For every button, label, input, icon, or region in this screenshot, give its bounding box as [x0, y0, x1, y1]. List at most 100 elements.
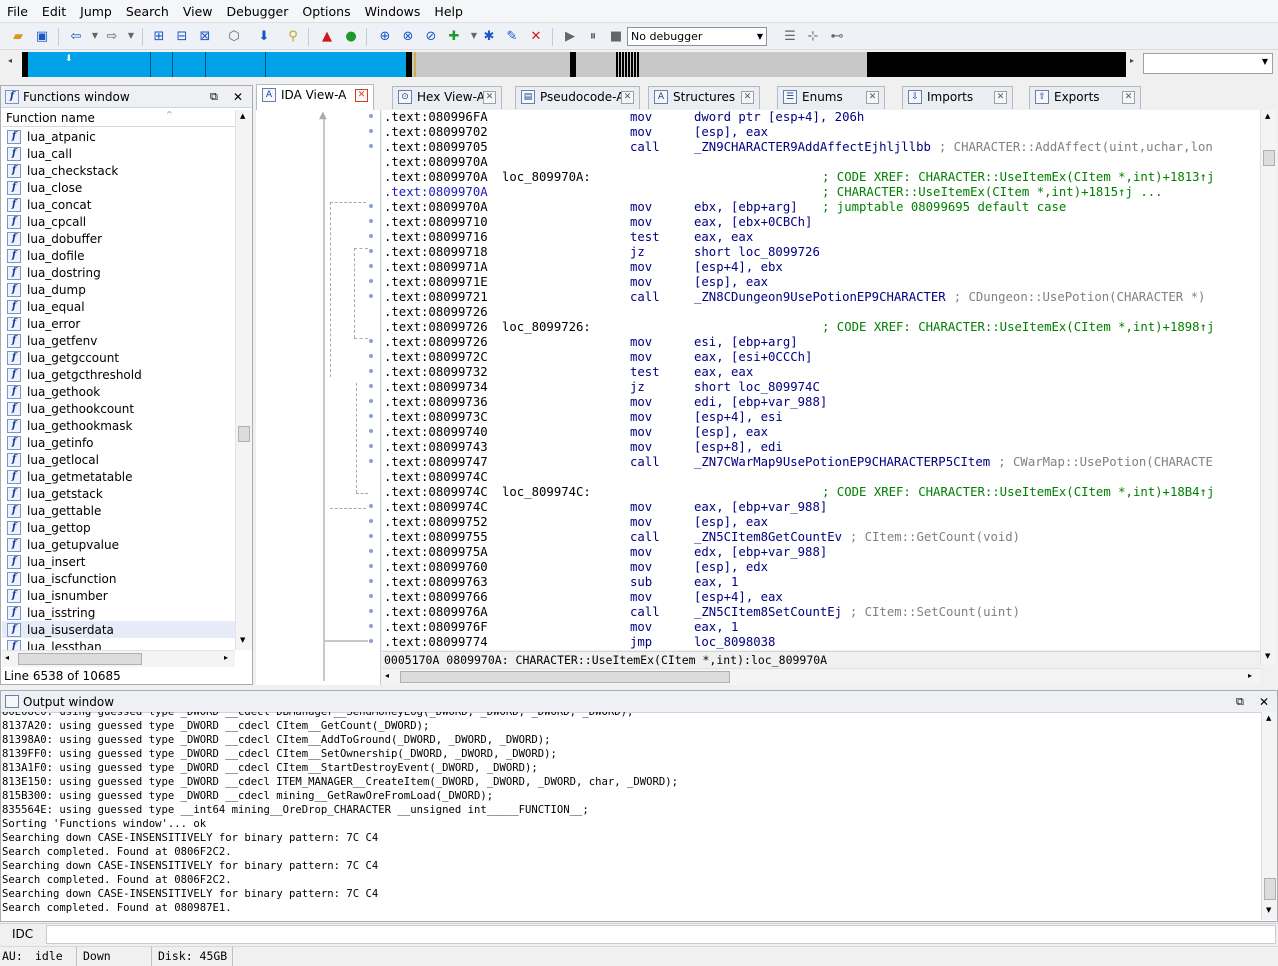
- jump-down-icon[interactable]: ⬇: [255, 27, 273, 45]
- float-window-icon[interactable]: ⧉: [210, 86, 218, 108]
- disasm-line[interactable]: .text:0809974C loc_809974C: ; CODE XREF: C…: [382, 485, 1260, 500]
- menu-search[interactable]: Search: [119, 0, 176, 23]
- binary-search-icon[interactable]: ⊞: [150, 27, 168, 45]
- graph-icon[interactable]: ✱: [480, 27, 498, 45]
- nav-left-arrow-icon[interactable]: ◂: [8, 56, 12, 65]
- function-list-item[interactable]: f lua_error: [2, 315, 235, 332]
- navigation-band[interactable]: ⬇: [22, 52, 1126, 77]
- function-list-item[interactable]: f lua_gethookmask: [2, 417, 235, 434]
- disasm-line[interactable]: .text:0809972C mov eax, [esi+0CCCh]: [382, 350, 1260, 365]
- close-tab-icon[interactable]: ✕: [994, 91, 1007, 104]
- scroll-up-icon[interactable]: ▲: [1266, 714, 1271, 722]
- float-window-icon[interactable]: ⧉: [1236, 691, 1244, 713]
- add-segment-icon[interactable]: ⊘: [422, 27, 440, 45]
- function-list-item[interactable]: f lua_close: [2, 179, 235, 196]
- function-list-item[interactable]: f lua_checkstack: [2, 162, 235, 179]
- scroll-thumb[interactable]: [1264, 878, 1276, 900]
- search-next-icon[interactable]: ⊠: [196, 27, 214, 45]
- scroll-right-icon[interactable]: ▸: [224, 653, 228, 662]
- disasm-line[interactable]: .text:0809975A mov edx, [ebp+var_988]: [382, 545, 1260, 560]
- scroll-right-icon[interactable]: ▸: [1248, 671, 1252, 680]
- disasm-line[interactable]: .text:08099747 call _ZN7CWarMap9UsePotionE…: [382, 455, 1260, 470]
- function-list-item[interactable]: f lua_insert: [2, 553, 235, 570]
- disasm-line[interactable]: .text:0809976F mov eax, 1: [382, 620, 1260, 635]
- disasm-line[interactable]: .text:08099736 mov edi, [ebp+var_988]: [382, 395, 1260, 410]
- disasm-line[interactable]: .text:08099755 call _ZN5CItem8GetCountEv ; …: [382, 530, 1260, 545]
- forward-dropdown-icon[interactable]: ▼: [122, 27, 140, 45]
- disasm-line[interactable]: .text:0809971A mov [esp+4], ebx: [382, 260, 1260, 275]
- function-list-item[interactable]: f lua_atpanic: [2, 128, 235, 145]
- edit-function-icon[interactable]: ⊗: [399, 27, 417, 45]
- function-list-item[interactable]: f lua_getlocal: [2, 451, 235, 468]
- disasm-line[interactable]: .text:080996FA mov dword ptr [esp+4], 206h: [382, 110, 1260, 125]
- close-tab-icon[interactable]: ✕: [866, 91, 879, 104]
- nav-right-arrow-icon[interactable]: ▸: [1130, 56, 1134, 65]
- disasm-line[interactable]: .text:08099763 sub eax, 1: [382, 575, 1260, 590]
- menu-jump[interactable]: Jump: [73, 0, 119, 23]
- add-item-icon[interactable]: ✚: [445, 27, 463, 45]
- function-list-item[interactable]: f lua_isstring: [2, 604, 235, 621]
- function-list-item[interactable]: f lua_dostring: [2, 264, 235, 281]
- menu-options[interactable]: Options: [295, 0, 357, 23]
- tab-imports[interactable]: ⇩ Imports ✕: [902, 86, 1013, 109]
- functions-horizontal-scrollbar[interactable]: ◂ ▸: [2, 650, 235, 667]
- menu-windows[interactable]: Windows: [358, 0, 428, 23]
- disasm-line[interactable]: .text:0809971E mov [esp], eax: [382, 275, 1260, 290]
- disasm-line[interactable]: .text:0809974C mov eax, [ebp+var_988]: [382, 500, 1260, 515]
- delete-icon[interactable]: ✕: [527, 27, 545, 45]
- breakpoint-add-icon[interactable]: ⊹: [804, 27, 822, 45]
- disasm-line[interactable]: .text:08099726 mov esi, [ebp+arg]: [382, 335, 1260, 350]
- open-file-icon[interactable]: ▰: [9, 27, 27, 45]
- function-list-item[interactable]: f lua_isnumber: [2, 587, 235, 604]
- forward-arrow-icon[interactable]: ⇨: [103, 27, 121, 45]
- function-list-item[interactable]: f lua_concat: [2, 196, 235, 213]
- warning-icon[interactable]: ▲: [318, 27, 336, 45]
- function-list-item[interactable]: f lua_gettable: [2, 502, 235, 519]
- output-vertical-scrollbar[interactable]: ▲ ▼: [1261, 712, 1277, 920]
- stop-icon[interactable]: ■: [607, 27, 625, 45]
- disasm-line[interactable]: .text:08099774 jmp loc_8098038: [382, 635, 1260, 650]
- disasm-line[interactable]: .text:08099752 mov [esp], eax: [382, 515, 1260, 530]
- close-icon[interactable]: ✕: [1259, 691, 1269, 713]
- disassembly-horizontal-scrollbar[interactable]: ◂ ▸: [382, 668, 1260, 685]
- disassembly-view[interactable]: .text:080996FA mov dword ptr [esp+4], 206h…: [382, 110, 1260, 650]
- function-list-item[interactable]: f lua_getmetatable: [2, 468, 235, 485]
- function-list-item[interactable]: f lua_dump: [2, 281, 235, 298]
- disasm-line[interactable]: .text:08099726: [382, 305, 1260, 320]
- disasm-line[interactable]: .text:08099705 call _ZN9CHARACTER9AddAffec…: [382, 140, 1260, 155]
- nav-segment-select[interactable]: ▼: [1143, 53, 1273, 74]
- search-immediate-icon[interactable]: ⬡: [225, 27, 243, 45]
- text-search-icon[interactable]: ⊟: [173, 27, 191, 45]
- menu-file[interactable]: File: [0, 0, 35, 23]
- disasm-line[interactable]: .text:08099710 mov eax, [ebx+0CBCh]: [382, 215, 1260, 230]
- close-tab-icon[interactable]: ✕: [621, 91, 634, 104]
- tab-exports[interactable]: ⇧ Exports ✕: [1029, 86, 1141, 109]
- scroll-up-icon[interactable]: ▲: [1265, 112, 1270, 120]
- scroll-thumb[interactable]: [400, 671, 730, 683]
- disasm-line[interactable]: .text:08099716 test eax, eax: [382, 230, 1260, 245]
- disasm-line[interactable]: .text:08099740 mov [esp], eax: [382, 425, 1260, 440]
- run-icon[interactable]: ▶: [561, 27, 579, 45]
- disasm-line[interactable]: .text:08099702 mov [esp], eax: [382, 125, 1260, 140]
- disasm-line[interactable]: .text:0809974C: [382, 470, 1260, 485]
- scroll-left-icon[interactable]: ◂: [5, 653, 9, 662]
- close-tab-icon[interactable]: ✕: [355, 89, 368, 102]
- breakpoint-remove-icon[interactable]: ⊷: [828, 27, 846, 45]
- close-tab-icon[interactable]: ✕: [1122, 91, 1135, 104]
- function-list-item[interactable]: f lua_getgccount: [2, 349, 235, 366]
- search-binoculars-icon[interactable]: ⚲: [284, 27, 302, 45]
- go-icon[interactable]: ●: [342, 27, 360, 45]
- menu-debugger[interactable]: Debugger: [220, 0, 296, 23]
- back-dropdown-icon[interactable]: ▼: [86, 27, 104, 45]
- debugger-select[interactable]: No debugger ▼: [627, 27, 767, 46]
- function-list-item[interactable]: f lua_isuserdata: [2, 621, 235, 638]
- tab-pseudocode-a[interactable]: ▤ Pseudocode-A ✕: [515, 86, 640, 109]
- disasm-line[interactable]: .text:0809970A ; CHARACTER::UseItemEx(CIt…: [382, 185, 1260, 200]
- function-list-item[interactable]: f lua_gethook: [2, 383, 235, 400]
- breakpoint-list-icon[interactable]: ☰: [781, 27, 799, 45]
- scroll-down-icon[interactable]: ▼: [1266, 906, 1271, 914]
- function-list-item[interactable]: f lua_gettop: [2, 519, 235, 536]
- disasm-line[interactable]: .text:0809970A: [382, 155, 1260, 170]
- back-arrow-icon[interactable]: ⇦: [67, 27, 85, 45]
- menu-edit[interactable]: Edit: [35, 0, 73, 23]
